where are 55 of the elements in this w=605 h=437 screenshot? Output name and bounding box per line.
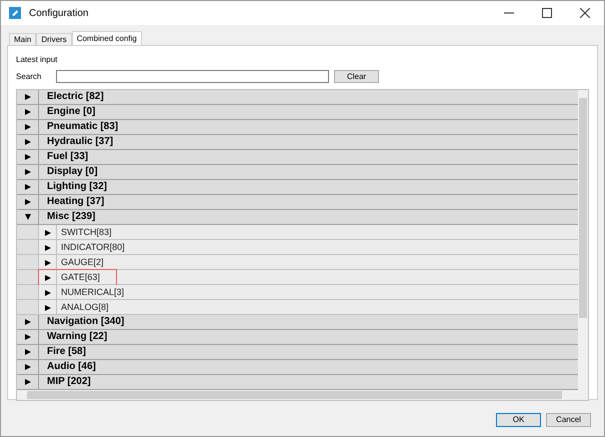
expand-arrow-icon[interactable] <box>24 349 30 355</box>
item-row[interactable]: GAUGE[2] <box>57 255 120 270</box>
tab[interactable]: Combined config <box>72 31 142 45</box>
group-row[interactable]: Electric [82] <box>39 90 104 104</box>
group-row[interactable]: Fuel [33] <box>39 150 88 164</box>
vertical-scrollbar[interactable] <box>578 90 588 390</box>
expand-arrow-icon[interactable] <box>44 260 50 266</box>
app-icon <box>9 7 21 19</box>
dialog-button[interactable]: OK <box>496 413 541 427</box>
expand-arrow-icon[interactable] <box>24 319 30 325</box>
expand-arrow-icon[interactable] <box>24 109 30 115</box>
item-row[interactable]: GATE[63] <box>57 270 116 285</box>
group-row[interactable]: Hydraulic [37] <box>39 135 114 149</box>
expand-arrow-icon[interactable] <box>24 154 30 160</box>
tab[interactable]: Main <box>9 33 36 45</box>
search-label: Search <box>16 70 42 82</box>
expand-arrow-icon[interactable] <box>24 124 30 130</box>
search-field[interactable] <box>56 70 329 83</box>
latest-input-label: Latest input <box>16 54 58 66</box>
horizontal-scrollbar[interactable] <box>17 390 588 400</box>
expand-arrow-icon[interactable] <box>24 94 30 100</box>
window-title: Configuration <box>29 6 88 20</box>
item-row[interactable]: INDICATOR[80] <box>57 240 141 255</box>
expand-arrow-icon[interactable] <box>44 290 50 296</box>
group-row[interactable]: Heating [37] <box>39 195 104 209</box>
group-row[interactable]: Navigation [340] <box>39 315 124 329</box>
group-row[interactable]: Pneumatic [83] <box>39 120 118 134</box>
item-row[interactable]: NUMERICAL[3] <box>57 285 140 300</box>
expand-arrow-icon[interactable] <box>44 274 50 280</box>
close-icon[interactable] <box>580 8 590 18</box>
expand-arrow-icon[interactable] <box>24 334 30 340</box>
expand-arrow-icon[interactable] <box>24 379 30 385</box>
group-row[interactable]: Misc [239] <box>39 210 96 224</box>
expand-arrow-icon[interactable] <box>24 199 30 205</box>
maximize-icon[interactable] <box>542 8 552 18</box>
group-row[interactable]: Display [0] <box>39 165 98 179</box>
group-row[interactable]: MIP [202] <box>39 375 91 389</box>
expand-arrow-icon[interactable] <box>44 244 50 250</box>
dialog-button[interactable]: Cancel <box>546 413 591 427</box>
clear-button[interactable]: Clear <box>334 70 379 83</box>
group-row[interactable]: Fire [58] <box>39 345 86 359</box>
expand-arrow-icon[interactable] <box>24 364 30 370</box>
expand-arrow-icon[interactable] <box>44 230 50 236</box>
group-row[interactable]: Engine [0] <box>39 105 96 119</box>
group-row[interactable]: Lighting [32] <box>39 180 107 194</box>
collapse-arrow-icon[interactable] <box>24 214 30 220</box>
group-row[interactable]: Warning [22] <box>39 330 108 344</box>
expand-arrow-icon[interactable] <box>24 169 30 175</box>
expand-arrow-icon[interactable] <box>44 304 50 310</box>
expand-arrow-icon[interactable] <box>24 139 30 145</box>
expand-arrow-icon[interactable] <box>24 184 30 190</box>
group-row[interactable]: Audio [46] <box>39 360 96 374</box>
tab[interactable]: Drivers <box>36 33 72 45</box>
item-row[interactable]: ANALOG[8] <box>57 300 125 315</box>
item-row[interactable]: SWITCH[83] <box>57 225 128 240</box>
